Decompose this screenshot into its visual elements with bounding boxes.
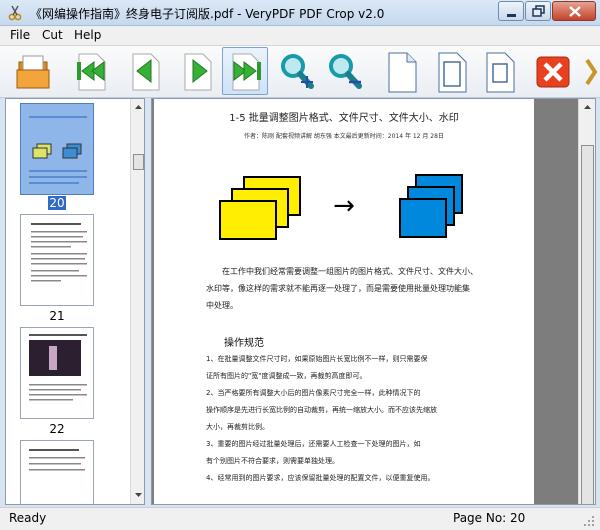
blue-image-rect xyxy=(399,198,447,238)
paragraph-line: 在工作中我们经常需要调整一组图片的图片格式、文件尺寸、文件大小、 xyxy=(222,267,478,276)
thumbnail-page-20[interactable] xyxy=(20,103,94,195)
document-meta: 作者：陈刚 配套视频讲解 胡东强 本文最后更新时间：2014 年 12 月 28… xyxy=(244,133,444,140)
list-line: 大小，再裁剪比例。 xyxy=(206,423,269,431)
scrollbar-thumb[interactable] xyxy=(581,145,594,504)
operation-list: 1、在批量调整文件尺寸时，如果原始图片长宽比例不一样，则只需要保 证所有图片的"… xyxy=(206,351,437,487)
page-number: Page No: 20 xyxy=(453,511,526,525)
minimize-button[interactable] xyxy=(498,1,524,21)
scroll-up-icon[interactable] xyxy=(582,101,593,113)
thumbnail-label-20: 20 xyxy=(48,196,66,210)
menu-bar: File Cut Help xyxy=(0,26,600,46)
zoom-out-button[interactable] xyxy=(320,47,366,95)
page-view-icon xyxy=(438,52,467,93)
list-line: 3、重要的图片经过批量处理后，还需要人工检查一下处理的图片，如 xyxy=(206,440,421,448)
status-text: Ready xyxy=(9,511,47,525)
paragraph-line: 水印等，像这样的需求就不能再逐一处理了，而是需要使用批量处理功能集 xyxy=(206,284,470,293)
next-page-icon xyxy=(184,53,212,91)
close-window-button[interactable] xyxy=(552,1,596,21)
thumbnail-scrollbar[interactable] xyxy=(130,99,144,504)
list-line: 有个别图片不符合要求，则需要单独处理。 xyxy=(206,457,339,465)
document-title: 1-5 批量调整图片格式、文件尺寸、文件大小、水印 xyxy=(229,113,459,124)
thumbnail-page-21[interactable] xyxy=(20,214,94,306)
status-bar: Ready Page No: 20 xyxy=(0,507,600,530)
menu-file[interactable]: File xyxy=(10,28,30,42)
scroll-down-icon[interactable] xyxy=(133,489,144,501)
document-page: 1-5 批量调整图片格式、文件尺寸、文件大小、水印 作者：陈刚 配套视频讲解 胡… xyxy=(154,99,534,504)
restore-icon xyxy=(532,5,545,17)
zoom-out-icon xyxy=(329,54,362,89)
title-bar: 《网编操作指南》终身电子订阅版.pdf - VeryPDF PDF Crop v… xyxy=(0,0,600,26)
page-view-icon xyxy=(486,52,515,93)
intro-paragraph: 在工作中我们经常需要调整一组图片的图片格式、文件尺寸、文件大小、 水印等，像这样… xyxy=(206,263,478,314)
resize-grip-icon[interactable] xyxy=(582,514,596,528)
page-view-pane: 1-5 批量调整图片格式、文件尺寸、文件大小、水印 作者：陈刚 配套视频讲解 胡… xyxy=(151,98,596,505)
last-page-icon xyxy=(232,53,261,91)
page-scrollbar[interactable] xyxy=(578,99,595,504)
thumbnail-preview xyxy=(29,334,87,401)
page-view-button-3[interactable] xyxy=(476,47,522,95)
page-view-button-2[interactable] xyxy=(428,47,474,95)
thumbnail-label-21: 21 xyxy=(49,309,65,323)
first-page-icon xyxy=(77,53,106,91)
thumbnail-preview xyxy=(31,223,87,282)
maximize-button[interactable] xyxy=(525,1,551,21)
page-view-button-1[interactable] xyxy=(378,47,424,95)
chevron-right-icon xyxy=(585,58,598,86)
list-line: 2、当严格要所有调整大小后的图片像素尺寸完全一样，此种情况下的 xyxy=(206,389,421,397)
previous-page-icon xyxy=(132,53,160,91)
scrollbar-thumb[interactable] xyxy=(133,154,144,170)
open-folder-icon xyxy=(16,55,50,89)
thumbnail-preview xyxy=(29,116,87,184)
page-margin-strip xyxy=(534,99,578,504)
resize-illustration: → xyxy=(219,174,463,240)
open-file-button[interactable] xyxy=(10,47,56,95)
menu-cut[interactable]: Cut xyxy=(42,28,63,42)
list-line: 操作顺序是先进行长宽比例的自动裁剪，再统一缩放大小。而不应该先缩放 xyxy=(206,406,437,414)
thumbnail-label-22: 22 xyxy=(49,422,65,436)
page-view-icon xyxy=(388,52,417,93)
zoom-in-button[interactable] xyxy=(272,47,318,95)
list-line: 4、经常用到的图片要求，应该保留批量处理的配置文件，以便重复使用。 xyxy=(206,474,435,482)
thumbnail-preview xyxy=(29,449,85,471)
thumbnail-page-22[interactable] xyxy=(20,327,94,419)
section-heading: 操作规范 xyxy=(224,338,264,349)
window-title: 《网编操作指南》终身电子订阅版.pdf - VeryPDF PDF Crop v… xyxy=(30,7,385,21)
minimize-icon xyxy=(507,14,516,17)
list-line: 1、在批量调整文件尺寸时，如果原始图片长宽比例不一样，则只需要保 xyxy=(206,355,428,363)
thumbnail-pane: 20 21 22 xyxy=(5,98,145,505)
list-line: 证所有图片的"宽"度调整成一致，再裁剪高度即可。 xyxy=(206,372,367,380)
zoom-in-icon xyxy=(281,54,314,89)
close-file-button[interactable] xyxy=(530,47,576,95)
toolbar-overflow-button[interactable] xyxy=(580,47,600,95)
first-page-button[interactable] xyxy=(68,47,114,95)
yellow-image-rect xyxy=(219,200,277,240)
next-page-button[interactable] xyxy=(174,47,220,95)
scroll-up-icon[interactable] xyxy=(133,101,144,113)
close-icon xyxy=(569,6,581,17)
previous-page-button[interactable] xyxy=(122,47,168,95)
close-file-icon xyxy=(536,56,570,88)
thumbnail-page-23[interactable] xyxy=(20,440,94,504)
paragraph-line: 中处理。 xyxy=(206,301,238,310)
menu-help[interactable]: Help xyxy=(74,28,101,42)
arrow-glyph: → xyxy=(333,191,355,221)
app-scissors-icon xyxy=(8,5,22,21)
last-page-button[interactable] xyxy=(222,47,268,95)
toolbar xyxy=(0,46,600,98)
